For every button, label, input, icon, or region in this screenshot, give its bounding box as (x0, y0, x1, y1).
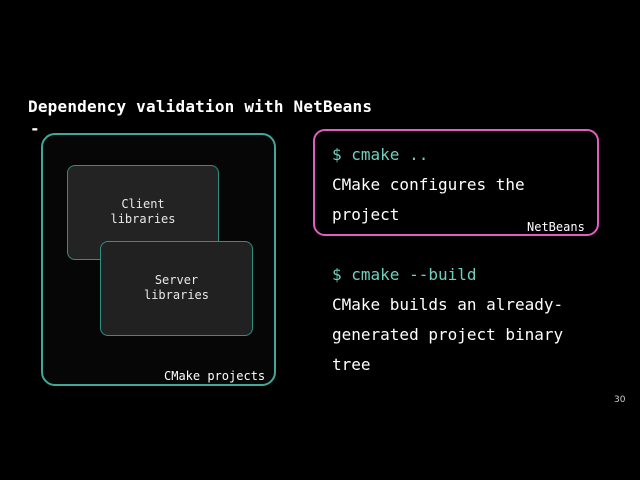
cmake-command: $ cmake .. (332, 145, 429, 164)
cmake-build-description: CMake builds an already- generated proje… (332, 290, 563, 380)
client-libraries-label: Client libraries (67, 197, 219, 227)
title-dash: - (30, 119, 40, 138)
desc2-line1: CMake builds an already- (332, 295, 564, 314)
server-label-line2: libraries (143, 288, 210, 302)
slide-title: Dependency validation with NetBeans (28, 97, 373, 116)
desc1-line1: CMake configures the (332, 175, 525, 194)
netbeans-label: NetBeans (527, 220, 585, 234)
client-label-line1: Client (121, 197, 165, 211)
desc2-line3: tree (332, 355, 371, 374)
server-libraries-label: Server libraries (100, 273, 253, 303)
server-label-line1: Server (154, 273, 199, 287)
cmake-description: CMake configures the project (332, 170, 525, 230)
cmake-projects-label: CMake projects (164, 369, 266, 383)
desc2-line2: generated project binary (332, 325, 564, 344)
client-label-line2: libraries (110, 212, 176, 226)
cmake-build-command: $ cmake --build (332, 265, 477, 284)
desc1-line2: project (332, 205, 400, 224)
page-number: 30 (614, 395, 626, 405)
